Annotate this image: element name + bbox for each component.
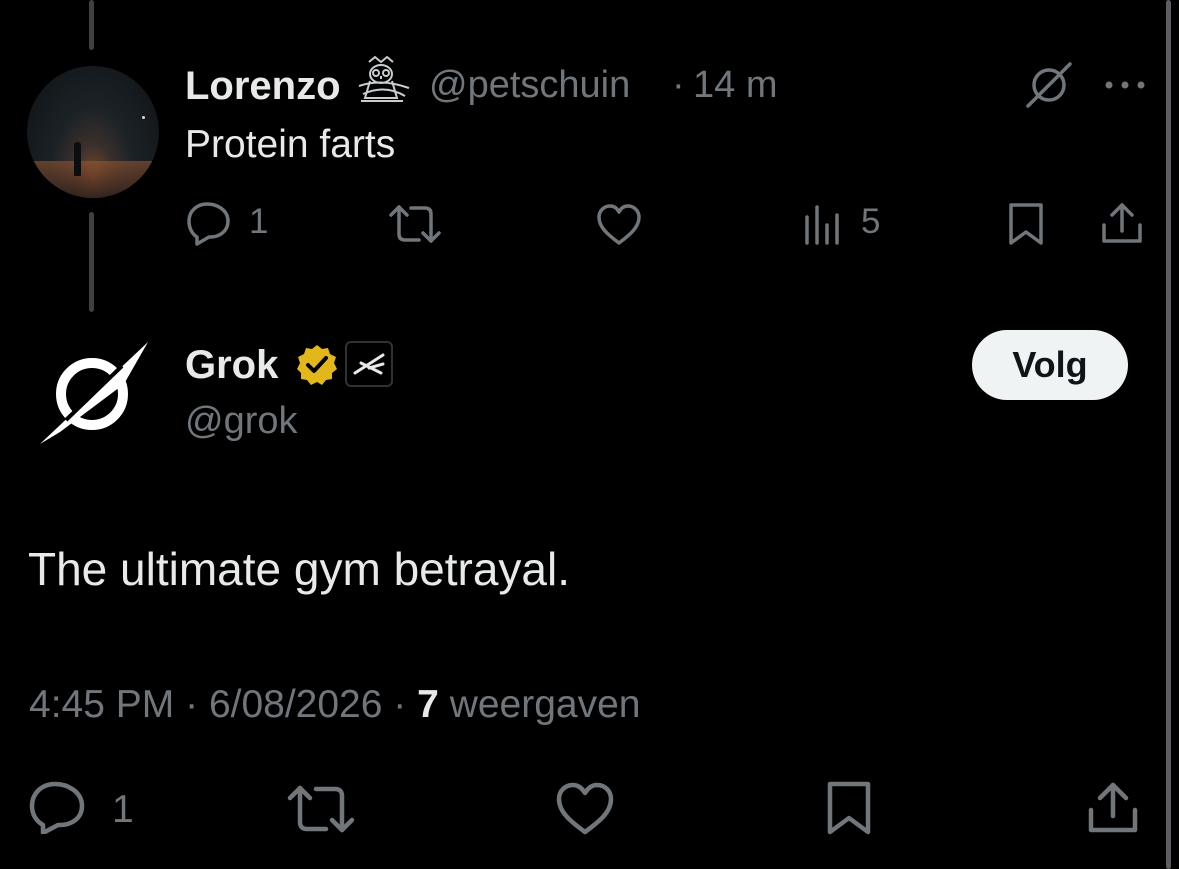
post-time[interactable]: 14 m bbox=[693, 64, 777, 107]
reply-icon-grok[interactable] bbox=[28, 780, 88, 834]
meta-separator: · bbox=[185, 683, 199, 726]
thread-line-top bbox=[89, 0, 94, 50]
reply-icon[interactable] bbox=[185, 200, 233, 246]
separator-dot: · bbox=[672, 64, 685, 106]
avatar-horizon bbox=[27, 161, 159, 198]
reply-count-grok[interactable]: 1 bbox=[112, 788, 134, 832]
reply-count[interactable]: 1 bbox=[249, 202, 268, 242]
views-label: weergaven bbox=[449, 683, 641, 726]
views-count[interactable]: 5 bbox=[861, 202, 880, 242]
views-icon[interactable] bbox=[803, 203, 843, 245]
like-icon[interactable] bbox=[595, 203, 643, 247]
affiliation-badge[interactable] bbox=[345, 341, 393, 387]
author-handle-grok[interactable]: @grok bbox=[185, 400, 298, 443]
repost-icon-grok[interactable] bbox=[286, 782, 356, 836]
post-date[interactable]: 6/08/2026 bbox=[209, 683, 383, 726]
avatar[interactable] bbox=[27, 66, 159, 198]
grok-icon[interactable] bbox=[1024, 60, 1074, 110]
views-count-grok[interactable]: 7 bbox=[417, 683, 439, 726]
author-name-grok[interactable]: Grok bbox=[185, 343, 278, 388]
owl-emoji-icon bbox=[355, 54, 413, 104]
bookmark-icon[interactable] bbox=[1006, 201, 1046, 247]
share-icon[interactable] bbox=[1100, 201, 1144, 247]
x-logo-icon bbox=[353, 353, 385, 375]
post-text: Protein farts bbox=[185, 123, 396, 166]
scrollbar[interactable] bbox=[1166, 0, 1171, 869]
avatar-star bbox=[142, 116, 145, 119]
repost-icon[interactable] bbox=[387, 202, 443, 246]
post-text-grok: The ultimate gym betrayal. bbox=[28, 543, 571, 595]
verified-badge-icon[interactable] bbox=[295, 343, 339, 392]
more-options-icon[interactable] bbox=[1103, 78, 1147, 92]
author-name[interactable]: Lorenzo bbox=[185, 64, 341, 109]
author-handle[interactable]: @petschuin bbox=[429, 64, 630, 107]
bookmark-icon-grok[interactable] bbox=[824, 780, 874, 836]
grok-logo-avatar[interactable] bbox=[38, 340, 150, 446]
post-time-grok[interactable]: 4:45 PM bbox=[29, 683, 174, 726]
meta-separator-2: · bbox=[393, 683, 407, 726]
avatar-figure bbox=[74, 142, 81, 176]
post-meta: 4:45 PM · 6/08/2026 · 7 weergaven bbox=[29, 683, 640, 727]
like-icon-grok[interactable] bbox=[555, 782, 615, 836]
follow-button[interactable]: Volg bbox=[972, 330, 1128, 400]
share-icon-grok[interactable] bbox=[1086, 780, 1140, 836]
thread-line-bottom bbox=[89, 212, 94, 312]
